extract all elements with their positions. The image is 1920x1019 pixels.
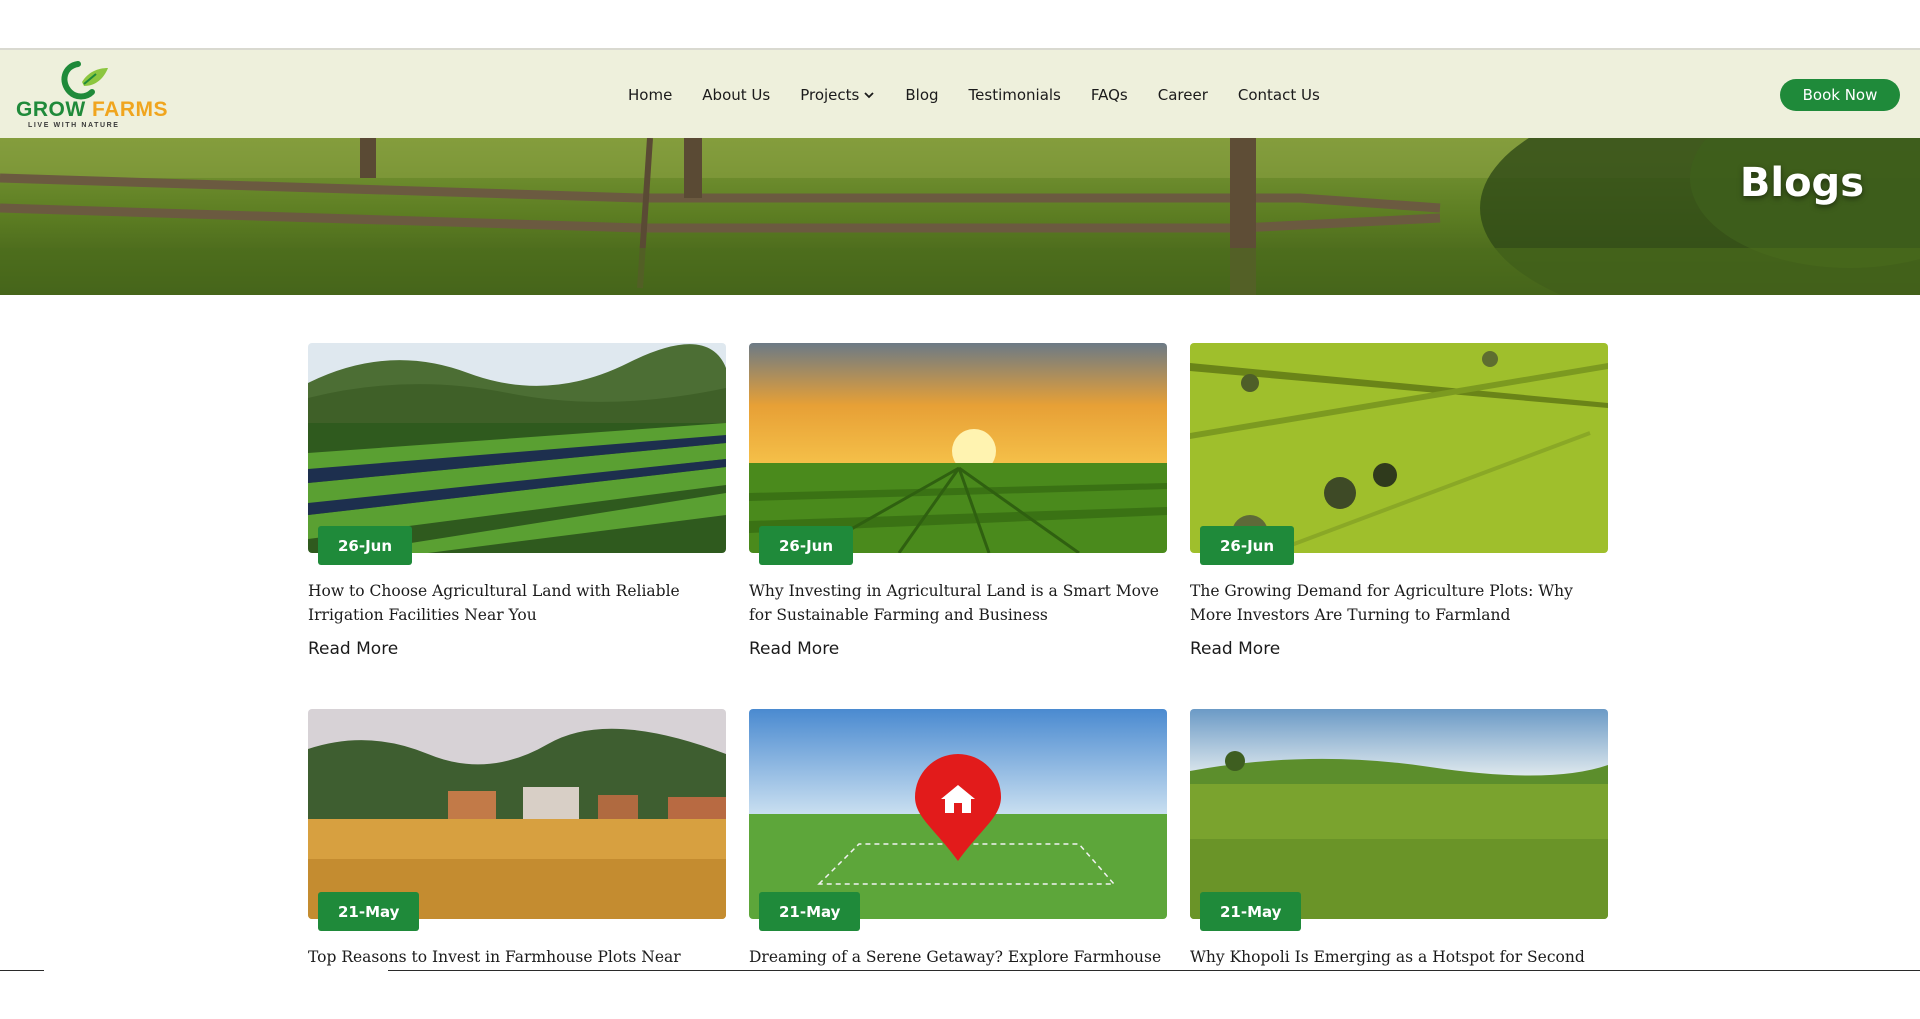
blog-card-image[interactable] bbox=[749, 343, 1167, 553]
nav-item-faqs[interactable]: FAQs bbox=[1091, 86, 1128, 104]
fence-field-banner-image bbox=[0, 138, 1920, 295]
read-more-link[interactable]: Read More bbox=[1190, 639, 1280, 659]
read-more-link[interactable]: Read More bbox=[749, 639, 839, 659]
farmhouses-field-image bbox=[308, 709, 726, 919]
nav-item-home[interactable]: Home bbox=[628, 86, 672, 104]
nav-label-projects: Projects bbox=[800, 86, 860, 104]
blog-card[interactable]: 26-Jun How to Choose Agricultural Land w… bbox=[308, 343, 726, 673]
blog-card[interactable]: 21-May Why Khopoli Is Emerging as a Hots… bbox=[1190, 709, 1608, 971]
date-badge: 26-Jun bbox=[318, 526, 413, 565]
blog-card-image[interactable] bbox=[1190, 343, 1608, 553]
brand-logo[interactable]: GROW FARMS LIVE WITH NATURE bbox=[14, 60, 168, 134]
book-now-button[interactable]: Book Now bbox=[1780, 79, 1900, 111]
page-title: Blogs bbox=[1739, 160, 1864, 206]
blog-card-image[interactable] bbox=[308, 343, 726, 553]
nav-label-faqs: FAQs bbox=[1090, 86, 1128, 104]
aerial-farmland-image bbox=[1190, 343, 1608, 553]
date-badge: 21-May bbox=[759, 892, 861, 931]
blog-card-title[interactable]: How to Choose Agricultural Land with Rel… bbox=[308, 579, 726, 627]
nav-label-testimonials: Testimonials bbox=[968, 86, 1061, 104]
divider-gap bbox=[44, 969, 388, 972]
blog-card-title[interactable]: Top Reasons to Invest in Farmhouse Plots… bbox=[308, 945, 726, 971]
nav-item-blog[interactable]: Blog bbox=[905, 86, 938, 104]
blog-card-title[interactable]: Why Investing in Agricultural Land is a … bbox=[749, 579, 1167, 627]
blog-card[interactable]: 21-May Top Reasons to Invest in Farmhous… bbox=[308, 709, 726, 971]
hero-banner: Blogs bbox=[0, 138, 1920, 295]
sunset-field-image bbox=[749, 343, 1167, 553]
blog-card-title[interactable]: Why Khopoli Is Emerging as a Hotspot for… bbox=[1190, 945, 1608, 971]
nav-item-about-us[interactable]: About Us bbox=[702, 86, 770, 104]
date-badge: 26-Jun bbox=[759, 526, 854, 565]
blog-card-title[interactable]: The Growing Demand for Agriculture Plots… bbox=[1190, 579, 1608, 627]
date-badge: 21-May bbox=[1200, 892, 1302, 931]
blog-card-image[interactable] bbox=[1190, 709, 1608, 919]
strawberry-field-image bbox=[308, 343, 726, 553]
nav-label-career: Career bbox=[1157, 86, 1208, 104]
blog-card-image[interactable] bbox=[308, 709, 726, 919]
brand-word-farms: FARMS bbox=[92, 98, 168, 121]
nav-label-home: Home bbox=[628, 86, 673, 104]
brand-tagline: LIVE WITH NATURE bbox=[28, 122, 120, 129]
nav-item-contact-us[interactable]: Contact Us bbox=[1238, 86, 1320, 104]
wheat-field-image bbox=[1190, 709, 1608, 919]
date-badge: 26-Jun bbox=[1200, 526, 1295, 565]
brand-name: GROW FARMS bbox=[16, 98, 168, 122]
chevron-down-icon bbox=[864, 92, 874, 99]
top-blank-strip bbox=[0, 0, 1920, 48]
date-badge: 21-May bbox=[318, 892, 420, 931]
nav-label-contact-us: Contact Us bbox=[1237, 86, 1320, 104]
nav-label-blog: Blog bbox=[905, 86, 939, 104]
brand-word-grow: GROW bbox=[16, 98, 86, 121]
blog-card[interactable]: 26-Jun Why Investing in Agricultural Lan… bbox=[749, 343, 1167, 673]
plot-location-image bbox=[749, 709, 1167, 919]
blog-card[interactable]: 26-Jun The Growing Demand for Agricultur… bbox=[1190, 343, 1608, 673]
blog-card-title[interactable]: Dreaming of a Serene Getaway? Explore Fa… bbox=[749, 945, 1167, 971]
nav-label-about-us: About Us bbox=[702, 86, 771, 104]
nav-item-projects[interactable]: Projects bbox=[800, 86, 875, 104]
main-nav: Home About Us Projects Blog Testimonials… bbox=[628, 50, 1350, 140]
site-header: GROW FARMS LIVE WITH NATURE Home About U… bbox=[0, 48, 1920, 138]
nav-item-career[interactable]: Career bbox=[1158, 86, 1208, 104]
nav-item-testimonials[interactable]: Testimonials bbox=[969, 86, 1061, 104]
blog-card[interactable]: 21-May Dreaming of a Serene Getaway? Exp… bbox=[749, 709, 1167, 971]
read-more-link[interactable]: Read More bbox=[308, 639, 398, 659]
blog-card-image[interactable] bbox=[749, 709, 1167, 919]
